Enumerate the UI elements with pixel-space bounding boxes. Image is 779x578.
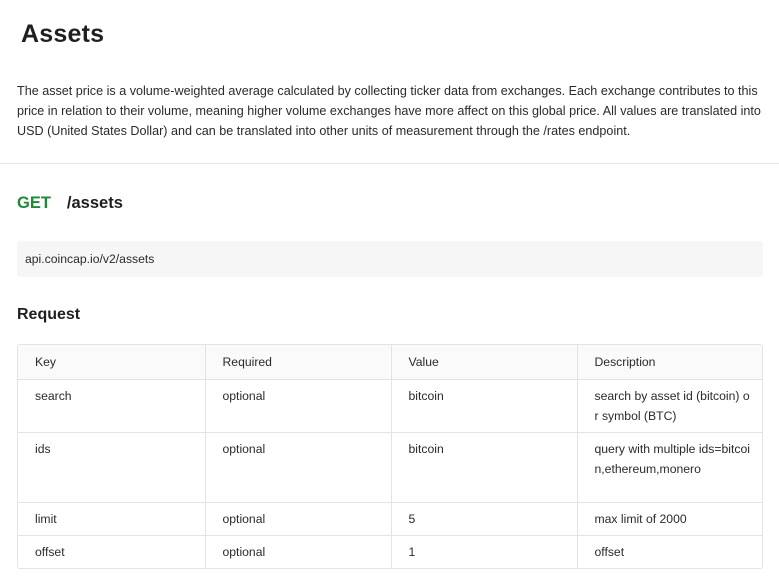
page-title: Assets <box>21 20 105 48</box>
param-value: 1 <box>391 535 578 568</box>
param-description: query with multiple ids=bitcoin,ethereum… <box>577 432 762 503</box>
section-divider <box>0 163 779 164</box>
endpoint-heading: GET /assets <box>17 194 123 213</box>
param-key: ids <box>18 432 206 503</box>
param-key: limit <box>18 502 206 536</box>
param-required: optional <box>205 432 392 503</box>
param-value: 5 <box>391 502 578 536</box>
column-header-value: Value <box>391 345 578 380</box>
table-row: search optional bitcoin search by asset … <box>18 379 762 433</box>
table-header-row: Key Required Value Description <box>18 345 762 380</box>
param-description: search by asset id (bitcoin) or symbol (… <box>577 379 762 433</box>
request-section-heading: Request <box>17 306 81 323</box>
request-parameters-table: Key Required Value Description search op… <box>17 344 763 569</box>
endpoint-path: /assets <box>66 194 123 212</box>
param-required: optional <box>205 535 392 568</box>
column-header-required: Required <box>205 345 392 380</box>
column-header-key: Key <box>18 345 206 380</box>
param-required: optional <box>205 502 392 536</box>
param-description: offset <box>594 544 625 559</box>
http-method-badge: GET <box>17 194 51 212</box>
param-key: offset <box>18 535 206 568</box>
param-required: optional <box>205 379 392 433</box>
param-value: bitcoin <box>391 379 578 433</box>
table-row: offset optional 1 offset <box>18 535 762 568</box>
param-value: bitcoin <box>391 432 578 503</box>
api-docs-page: Assets The asset price is a volume-weigh… <box>0 0 779 578</box>
param-description: max limit of 2000 <box>577 502 762 536</box>
intro-paragraph: The asset price is a volume-weighted ave… <box>17 84 761 138</box>
table-row: limit optional 5 max limit of 2000 <box>18 502 762 536</box>
endpoint-url-code-block[interactable]: api.coincap.io/v2/assets <box>17 241 763 277</box>
column-header-description: Description <box>577 345 762 380</box>
table-row: ids optional bitcoin query with multiple… <box>18 432 762 503</box>
param-key: search <box>18 379 206 433</box>
